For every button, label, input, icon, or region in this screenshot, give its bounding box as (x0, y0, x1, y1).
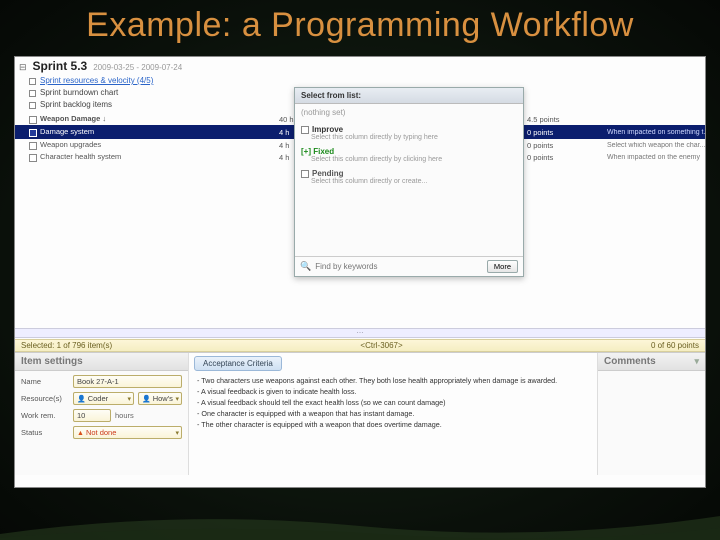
popup-more-button[interactable]: More (487, 260, 518, 273)
work-field[interactable]: 10 (73, 409, 111, 422)
popup-option-pending[interactable]: Pending Select this column directly or c… (301, 169, 517, 185)
popup-title: Select from list: (295, 88, 523, 104)
upper-pane: ⊟ Sprint 5.3 2009-03-25 - 2009-07-24 Spr… (15, 57, 705, 353)
popup-option-fixed[interactable]: [+] Fixed Select this column directly by… (301, 147, 517, 163)
sprint-title: Sprint 5.3 (33, 59, 88, 73)
comments-title: Comments (604, 356, 656, 367)
work-unit: hours (115, 411, 134, 420)
chevron-down-icon: ▾ (175, 395, 179, 403)
chevron-down-icon: ▾ (175, 429, 179, 437)
how-field[interactable]: How's▾ (138, 392, 182, 405)
search-icon: 🔍 (300, 261, 311, 272)
criteria-panel: Acceptance Criteria - Two characters use… (189, 353, 597, 475)
row-name: Weapon Damage ↓ (29, 114, 159, 123)
resources-field[interactable]: Coder▾ (73, 392, 134, 405)
status-strip: Selected: 1 of 796 item(s) <Ctrl-3067> 0… (15, 339, 705, 352)
criteria-text: - Two characters use weapons against eac… (189, 374, 597, 430)
tree-item-resources[interactable]: Sprint resources & velocity (4/5) (29, 75, 701, 87)
row-name: Damage system (29, 127, 159, 136)
slide-title: Example: a Programming Workflow (0, 0, 720, 53)
chevron-down-icon: ▾ (127, 395, 131, 403)
item-settings-panel: Item settings Name Book 27-A-1 Resource(… (15, 353, 189, 475)
popup-search-input[interactable] (315, 262, 483, 271)
slide-decoration (0, 504, 720, 540)
app-window: ⊟ Sprint 5.3 2009-03-25 - 2009-07-24 Spr… (14, 56, 706, 488)
status-label: Status (21, 428, 69, 437)
comments-panel: Comments ▾ (597, 353, 705, 475)
status-field[interactable]: Not done▾ (73, 426, 182, 439)
popup-option-improve[interactable]: Improve Select this column directly by t… (301, 125, 517, 141)
chevron-down-icon[interactable]: ▾ (694, 356, 699, 367)
splitter[interactable]: ⋯ (15, 328, 705, 338)
name-label: Name (21, 377, 69, 386)
sprint-dates: 2009-03-25 - 2009-07-24 (93, 63, 182, 72)
tab-acceptance-criteria[interactable]: Acceptance Criteria (194, 356, 282, 371)
collapse-icon[interactable]: ⊟ (19, 62, 27, 73)
status-right: 0 of 60 points (651, 341, 699, 350)
lower-pane: Item settings Name Book 27-A-1 Resource(… (15, 353, 705, 475)
popup-option-nothing[interactable]: (nothing set) (301, 108, 517, 117)
select-popup: Select from list: (nothing set) Improve … (294, 87, 524, 277)
work-label: Work rem. (21, 411, 69, 420)
status-left: Selected: 1 of 796 item(s) (21, 341, 112, 350)
resources-label: Resource(s) (21, 394, 69, 403)
status-mid: <Ctrl-3067> (360, 341, 402, 350)
item-settings-title: Item settings (15, 353, 188, 371)
sprint-header: ⊟ Sprint 5.3 2009-03-25 - 2009-07-24 (15, 57, 705, 75)
name-field[interactable]: Book 27-A-1 (73, 375, 182, 388)
